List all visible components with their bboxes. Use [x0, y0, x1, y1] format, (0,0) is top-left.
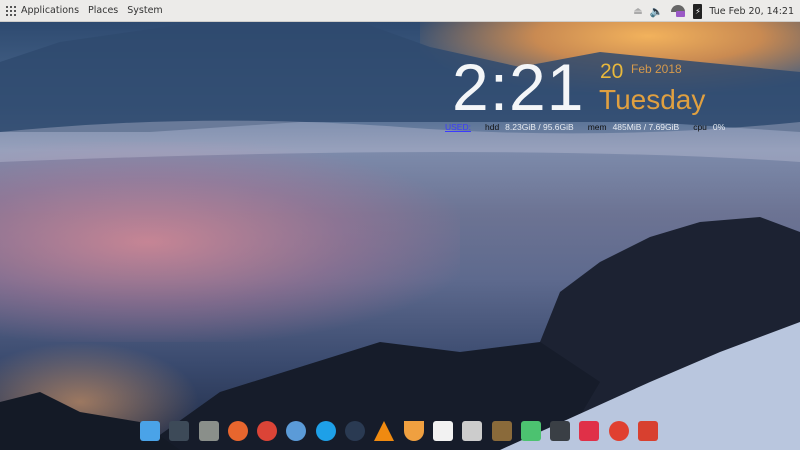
widget-month-year: Feb 2018 [631, 62, 682, 76]
panel-clock[interactable]: Tue Feb 20, 14:21 [709, 6, 794, 17]
hdd-value: 8.23GiB / 95.6GiB [505, 122, 574, 132]
text-editor-icon[interactable] [462, 421, 483, 441]
applications-grid-icon[interactable] [6, 5, 16, 16]
dock [140, 421, 659, 447]
network-icon[interactable] [670, 4, 686, 18]
show-desktop-icon[interactable] [140, 421, 160, 441]
cpu-label: cpu [693, 122, 707, 132]
skype-icon[interactable] [315, 421, 336, 441]
mango-icon[interactable] [403, 421, 424, 441]
menu-system[interactable]: System [127, 5, 162, 16]
top-panel: Applications Places System ⏏ 🔈 ⚡ Tue Feb… [0, 0, 800, 22]
widget-stats: USED: hdd 8.23GiB / 95.6GiB mem 485MiB /… [445, 122, 725, 132]
chrome-icon[interactable] [257, 421, 278, 441]
menu-places[interactable]: Places [88, 5, 118, 16]
steam-icon[interactable] [345, 421, 366, 441]
mem-label: mem [587, 122, 607, 132]
mem-value: 485MiB / 7.69GiB [612, 122, 680, 132]
vlc-icon[interactable] [374, 421, 395, 441]
thunderbird-icon[interactable] [286, 421, 307, 441]
volume-icon[interactable]: 🔈 [650, 5, 664, 18]
document-icon[interactable] [432, 421, 453, 441]
trash-icon[interactable] [638, 421, 659, 441]
widget-weekday: Tuesday [599, 84, 706, 115]
terminal-icon[interactable] [550, 421, 571, 441]
firefox-icon[interactable] [227, 421, 248, 441]
widget-day: 20 [600, 60, 624, 83]
menu-applications[interactable]: Applications [21, 5, 79, 16]
hdd-label: hdd [484, 122, 500, 132]
screenshot-icon[interactable] [169, 421, 190, 441]
system-monitor-icon[interactable] [520, 421, 541, 441]
notebook-icon[interactable] [491, 421, 512, 441]
battery-charging-icon[interactable]: ⚡ [693, 3, 703, 19]
search-icon[interactable] [608, 421, 629, 441]
cpu-value: 0% [712, 122, 726, 132]
dice-icon[interactable] [579, 421, 600, 441]
used-label: USED: [445, 122, 471, 132]
file-manager-icon[interactable] [198, 421, 219, 441]
eject-icon[interactable]: ⏏ [633, 6, 642, 17]
widget-time: 2:21 [452, 50, 585, 124]
